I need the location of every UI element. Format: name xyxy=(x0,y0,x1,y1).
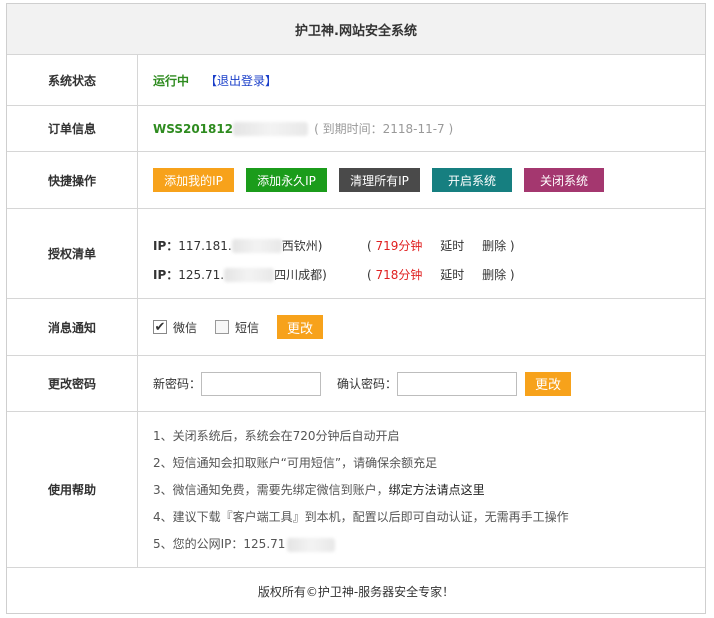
wechat-label: 微信 xyxy=(173,320,198,335)
redacted-block xyxy=(231,238,282,253)
ip-location: 四川成都) xyxy=(274,268,327,282)
extend-link[interactable]: 延时 xyxy=(440,239,464,253)
help-label: 使用帮助 xyxy=(7,412,138,567)
extend-link[interactable]: 延时 xyxy=(440,268,464,282)
stop-system-button[interactable]: 关闭系统 xyxy=(524,168,604,192)
main-panel: 护卫神.网站安全系统 系统状态 运行中 【退出登录】 订单信息 WSS20181… xyxy=(6,3,706,614)
bind-method-link[interactable]: 绑定方法请点这里 xyxy=(389,483,485,497)
start-system-button[interactable]: 开启系统 xyxy=(432,168,512,192)
auth-label: 授权清单 xyxy=(7,209,138,298)
check-icon: ✔ xyxy=(154,319,166,335)
quick-label: 快捷操作 xyxy=(7,152,138,208)
help-item: 4、建议下载『客户端工具』到本机，配置以后即可自动认证，无需再手工操作 xyxy=(153,510,569,524)
help-item: 1、关闭系统后，系统会在720分钟后自动开启 xyxy=(153,429,400,443)
delete-link[interactable]: 删除 ) xyxy=(482,239,515,253)
logout-link[interactable]: 【退出登录】 xyxy=(205,72,277,89)
sms-label: 短信 xyxy=(235,320,260,335)
help-item-text: 5、您的公网IP：125.71 xyxy=(153,537,286,551)
notify-change-button[interactable]: 更改 xyxy=(277,315,324,339)
ip-key: IP： xyxy=(153,268,179,282)
notify-label: 消息通知 xyxy=(7,299,138,355)
help-item-text: 3、微信通知免费，需要先绑定微信到账户， xyxy=(153,483,389,497)
ip-value: 117.181. xyxy=(178,238,232,253)
row-system-status: 系统状态 运行中 【退出登录】 xyxy=(7,55,705,106)
new-password-label: 新密码： xyxy=(153,377,202,391)
page-title: 护卫神.网站安全系统 xyxy=(7,4,705,55)
password-change-button[interactable]: 更改 xyxy=(525,371,572,396)
help-list: 1、关闭系统后，系统会在720分钟后自动开启 2、短信通知会扣取账户“可用短信”… xyxy=(153,427,569,552)
order-expiry: ( 到期时间：2118-11-7 ) xyxy=(314,122,454,136)
wechat-checkbox[interactable]: ✔ xyxy=(153,320,167,334)
redacted-block xyxy=(287,537,336,552)
sms-checkbox-group[interactable]: 短信 xyxy=(215,319,259,336)
row-auth-list: 授权清单 IP： 117.181. 西钦州) ( 719分钟 延时 删除 ) I xyxy=(7,209,705,299)
row-quick-actions: 快捷操作 添加我的IP 添加永久IP 清理所有IP 开启系统 关闭系统 xyxy=(7,152,705,209)
paren-open: ( xyxy=(367,268,372,282)
ip-list-item: IP： 117.181. 西钦州) ( 719分钟 延时 删除 ) xyxy=(153,238,515,254)
ip-minutes: 719分钟 xyxy=(375,239,423,253)
confirm-password-label: 确认密码： xyxy=(337,377,398,391)
redacted-block xyxy=(224,267,275,282)
status-label: 系统状态 xyxy=(7,55,138,105)
row-help: 使用帮助 1、关闭系统后，系统会在720分钟后自动开启 2、短信通知会扣取账户“… xyxy=(7,412,705,568)
confirm-password-input[interactable] xyxy=(397,371,518,396)
row-change-password: 更改密码 新密码： 确认密码： 更改 xyxy=(7,356,705,412)
ip-minutes: 718分钟 xyxy=(375,268,423,282)
redacted-block xyxy=(233,121,309,136)
help-item: 2、短信通知会扣取账户“可用短信”，请确保余额充足 xyxy=(153,456,438,470)
footer-copyright: 版权所有©护卫神-服务器安全专家！ xyxy=(257,584,455,599)
row-notification: 消息通知 ✔ 微信 短信 更改 xyxy=(7,299,705,356)
new-password-input[interactable] xyxy=(201,371,322,396)
delete-link[interactable]: 删除 ) xyxy=(482,268,515,282)
password-label: 更改密码 xyxy=(7,356,138,411)
add-permanent-ip-button[interactable]: 添加永久IP xyxy=(246,168,327,192)
clear-all-ip-button[interactable]: 清理所有IP xyxy=(339,168,420,192)
row-order-info: 订单信息 WSS201812 ( 到期时间：2118-11-7 ) xyxy=(7,106,705,152)
ip-tail: ( 718分钟 延时 删除 ) xyxy=(367,266,515,283)
status-value: 运行中 xyxy=(153,73,190,88)
add-my-ip-button[interactable]: 添加我的IP xyxy=(153,168,234,192)
sms-checkbox[interactable] xyxy=(215,320,230,334)
paren-open: ( xyxy=(367,239,372,253)
ip-key: IP： xyxy=(153,239,179,253)
order-number: WSS201812 xyxy=(153,121,234,136)
ip-value: 125.71. xyxy=(178,267,225,282)
ip-list-item: IP： 125.71. 四川成都) ( 718分钟 延时 删除 ) xyxy=(153,267,515,283)
ip-tail: ( 719分钟 延时 删除 ) xyxy=(367,237,515,254)
help-item: 5、您的公网IP：125.71 xyxy=(153,535,569,552)
wechat-checkbox-group[interactable]: ✔ 微信 xyxy=(153,319,197,336)
ip-list: IP： 117.181. 西钦州) ( 719分钟 延时 删除 ) IP： 12… xyxy=(153,224,705,284)
order-label: 订单信息 xyxy=(7,106,138,151)
ip-location: 西钦州) xyxy=(281,239,323,253)
help-item: 3、微信通知免费，需要先绑定微信到账户，绑定方法请点这里 xyxy=(153,481,569,498)
